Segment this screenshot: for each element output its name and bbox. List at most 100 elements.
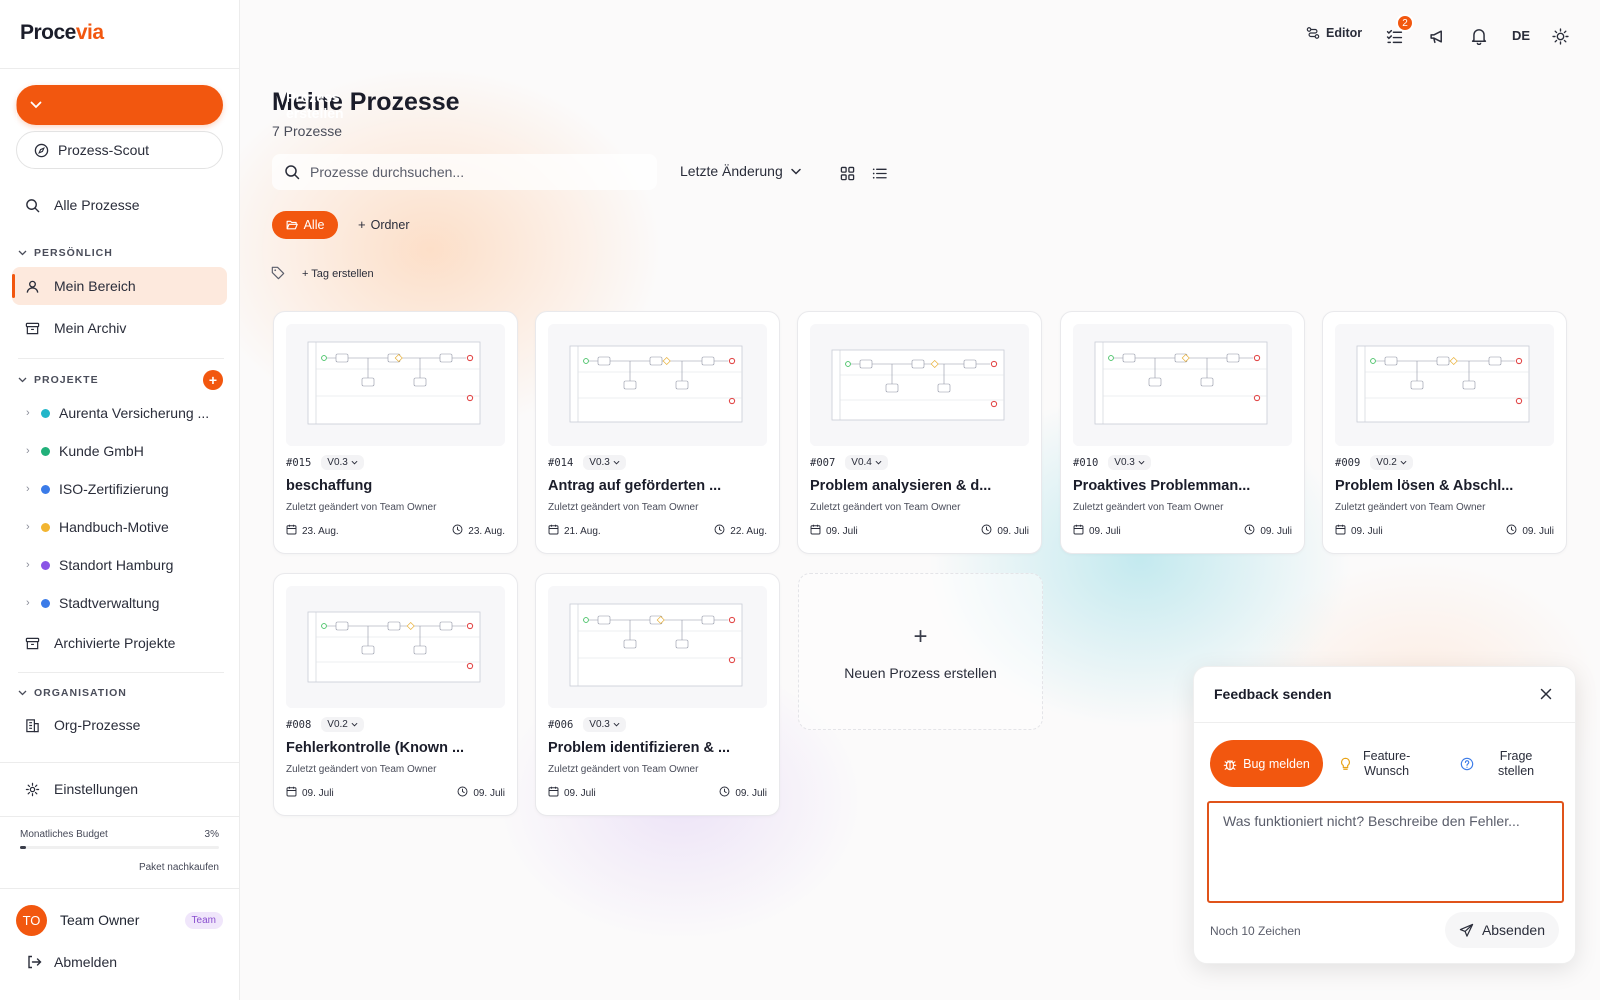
version-label: V0.2 — [327, 719, 348, 730]
avatar: TO — [16, 904, 47, 936]
version-dropdown[interactable]: V0.3 — [321, 455, 364, 470]
version-dropdown[interactable]: V0.3 — [1108, 455, 1151, 470]
process-scout-button[interactable]: Prozess-Scout — [16, 131, 223, 169]
project-item[interactable]: › Handbuch-Motive — [26, 512, 226, 542]
nav-settings[interactable]: Einstellungen — [12, 770, 227, 808]
question-tab[interactable]: Frage stellen — [1460, 749, 1534, 779]
grid-view-button[interactable] — [836, 162, 858, 184]
created-date-value: 09. Juli — [1089, 525, 1121, 537]
version-dropdown[interactable]: V0.4 — [845, 455, 888, 470]
process-diagram-thumbnail[interactable] — [1073, 324, 1292, 446]
process-diagram-thumbnail[interactable] — [286, 324, 505, 446]
new-process-card[interactable]: + Neuen Prozess erstellen — [798, 573, 1043, 730]
create-tag-button[interactable]: + Tag erstellen — [302, 268, 374, 280]
close-button[interactable] — [1537, 685, 1555, 703]
chevron-down-icon — [1400, 460, 1407, 465]
add-project-button[interactable]: + — [203, 370, 223, 390]
process-card[interactable]: #006 V0.3 Problem identifizieren & ... Zule… — [535, 573, 780, 816]
process-title[interactable]: beschaffung — [286, 478, 372, 494]
version-dropdown[interactable]: V0.2 — [1370, 455, 1413, 470]
chevron-down-icon — [613, 722, 620, 727]
add-folder-button[interactable]: + Ordner — [358, 217, 410, 232]
project-item[interactable]: › Aurenta Versicherung ... — [26, 398, 226, 428]
bug-report-tab[interactable]: Bug melden — [1210, 740, 1323, 787]
project-item[interactable]: › Standort Hamburg — [26, 550, 226, 580]
list-view-button[interactable] — [868, 162, 890, 184]
chevron-right-icon: › — [26, 445, 30, 457]
version-label: V0.3 — [589, 719, 610, 730]
new-process-label: Neuen Prozess erstellen — [844, 664, 997, 681]
logout-button[interactable]: Abmelden — [26, 954, 117, 970]
created-date-value: 09. Juli — [826, 525, 858, 537]
app-logo[interactable]: Procevia — [20, 21, 104, 45]
clock-icon — [1506, 524, 1517, 538]
clock-icon — [719, 786, 730, 800]
process-title[interactable]: Problem lösen & Abschl... — [1335, 478, 1513, 494]
calendar-icon — [1335, 524, 1346, 538]
nav-my-archive[interactable]: Mein Archiv — [12, 309, 227, 347]
calendar-icon — [810, 524, 821, 538]
process-diagram-thumbnail[interactable] — [1335, 324, 1554, 446]
process-diagram-thumbnail[interactable] — [548, 324, 767, 446]
process-title[interactable]: Problem identifizieren & ... — [548, 740, 730, 756]
sort-dropdown[interactable]: Letzte Änderung — [680, 163, 801, 179]
process-diagram-thumbnail[interactable] — [548, 586, 767, 708]
nav-all-processes[interactable]: Alle Prozesse — [12, 186, 227, 224]
card-meta: #014 V0.3 — [548, 455, 626, 470]
send-button[interactable]: Absenden — [1444, 912, 1559, 948]
process-title[interactable]: Fehlerkontrolle (Known ... — [286, 740, 464, 756]
announcements-button[interactable] — [1427, 26, 1447, 46]
section-projects[interactable]: PROJEKTE — [18, 374, 99, 386]
user-profile[interactable]: TO Team Owner Team — [16, 904, 223, 936]
notifications-button[interactable] — [1469, 26, 1489, 46]
editor-label: Editor — [1326, 26, 1363, 40]
project-item[interactable]: › Stadtverwaltung — [26, 588, 226, 618]
feedback-textarea[interactable] — [1207, 801, 1564, 903]
process-card[interactable]: #007 V0.4 Problem analysieren & d... Zuletz… — [797, 311, 1042, 554]
process-title[interactable]: Proaktives Problemman... — [1073, 478, 1250, 494]
create-process-dropdown[interactable] — [16, 85, 54, 125]
modified-date-value: 09. Juli — [1522, 525, 1554, 537]
plus-icon: + — [913, 622, 928, 650]
process-diagram-thumbnail[interactable] — [286, 586, 505, 708]
process-card[interactable]: #009 V0.2 Problem lösen & Abschl... Zuletzt… — [1322, 311, 1567, 554]
language-switcher[interactable]: DE — [1512, 28, 1530, 43]
section-organisation[interactable]: ORGANISATION — [18, 687, 127, 699]
search-bar[interactable] — [272, 154, 657, 190]
process-title[interactable]: Problem analysieren & d... — [810, 478, 991, 494]
create-process-button[interactable]: Prozess erstellen — [16, 85, 344, 125]
send-icon — [1459, 923, 1474, 937]
modified-date-value: 09. Juli — [1260, 525, 1292, 537]
process-card[interactable]: #008 V0.2 Fehlerkontrolle (Known ... Zuletz… — [273, 573, 518, 816]
process-card[interactable]: #014 V0.3 Antrag auf geförderten ... Zuletz… — [535, 311, 780, 554]
section-personal[interactable]: PERSÖNLICH — [18, 247, 113, 259]
theme-toggle[interactable] — [1550, 26, 1570, 46]
editor-button[interactable]: Editor — [1306, 26, 1362, 40]
filter-all-chip[interactable]: Alle — [272, 211, 338, 239]
chevron-down-icon — [613, 460, 620, 465]
nav-my-area[interactable]: Mein Bereich — [12, 267, 227, 305]
process-card[interactable]: #015 V0.3 beschaffung Zuletzt geändert von … — [273, 311, 518, 554]
last-modified-by: Zuletzt geändert von Team Owner — [286, 502, 437, 513]
process-card[interactable]: #010 V0.3 Proaktives Problemman... Zuletzt … — [1060, 311, 1305, 554]
buy-package-link[interactable]: Paket nachkaufen — [139, 862, 219, 873]
nav-archived-projects[interactable]: Archivierte Projekte — [12, 624, 227, 662]
search-icon — [26, 198, 40, 212]
version-dropdown[interactable]: V0.3 — [583, 455, 626, 470]
process-diagram-thumbnail[interactable] — [810, 324, 1029, 446]
last-modified-by: Zuletzt geändert von Team Owner — [1073, 502, 1224, 513]
search-input[interactable] — [310, 164, 630, 180]
project-item[interactable]: › Kunde GmbH — [26, 436, 226, 466]
version-dropdown[interactable]: V0.3 — [583, 717, 626, 732]
budget-label: Monatliches Budget — [20, 829, 108, 840]
create-process-label: Prozess erstellen — [286, 89, 344, 121]
nav-org-processes[interactable]: Org-Prozesse — [12, 706, 227, 744]
sort-label: Letzte Änderung — [680, 163, 783, 179]
version-label: V0.3 — [327, 457, 348, 468]
modified-date-value: 09. Juli — [473, 787, 505, 799]
project-item[interactable]: › ISO-Zertifizierung — [26, 474, 226, 504]
feature-request-tab[interactable]: Feature- Wunsch — [1340, 749, 1410, 779]
version-dropdown[interactable]: V0.2 — [321, 717, 364, 732]
process-title[interactable]: Antrag auf geförderten ... — [548, 478, 721, 494]
question-label-line: stellen — [1498, 764, 1535, 778]
